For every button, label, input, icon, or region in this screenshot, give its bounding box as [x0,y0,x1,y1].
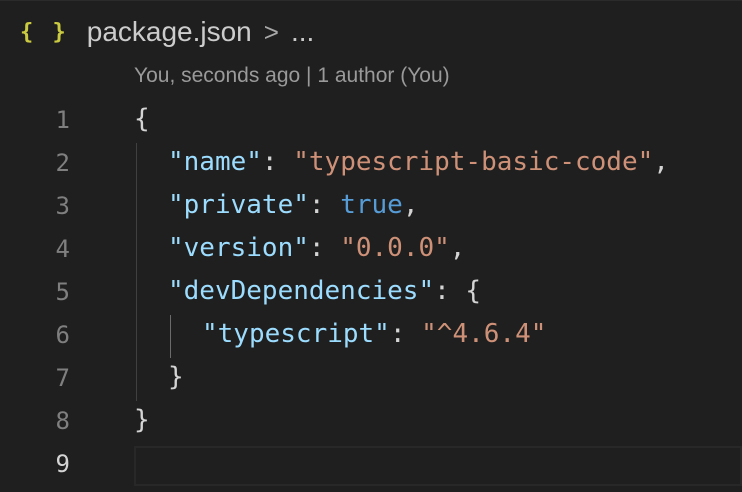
line-number-9: 9 [55,450,70,478]
line-number-8: 8 [55,407,70,435]
json-string-value: "^4.6.4" [421,319,547,349]
colon: : [308,233,341,263]
breadcrumb: { } package.json > ... [20,12,314,52]
comma: , [449,233,466,263]
editor[interactable]: { } package.json > ... You, seconds ago … [0,0,742,492]
code-line-6[interactable]: "typescript": "^4.6.4" [202,319,546,349]
chevron-right-icon: > [263,16,279,47]
open-brace: { [465,276,482,306]
breadcrumb-more[interactable]: ... [291,16,314,48]
code-line-2[interactable]: "name": "typescript-basic-code", [168,147,669,177]
json-file-icon: { } [20,19,69,45]
indent-guide-outer [136,143,137,401]
colon: : [261,147,294,177]
close-brace: } [168,362,184,392]
code-line-3[interactable]: "private": true, [168,190,418,220]
code-line-5[interactable]: "devDependencies": { [168,276,481,306]
json-string-value: "0.0.0" [340,233,450,263]
close-brace: } [134,405,150,435]
json-key: "private" [168,190,309,220]
indent-guide-inner [170,315,171,358]
top-border [0,0,742,1]
line-number-1: 1 [55,106,70,134]
git-blame-codelens[interactable]: You, seconds ago | 1 author (You) [134,64,450,88]
json-key: "typescript" [202,319,390,349]
colon: : [434,276,466,306]
code-line-1[interactable]: { [134,104,150,134]
colon: : [389,319,422,349]
line-number-7: 7 [55,364,70,392]
breadcrumb-file[interactable]: package.json [87,16,252,48]
json-key: "name" [168,147,262,177]
code-line-8[interactable]: } [134,405,150,435]
json-boolean-value: true [340,190,403,220]
json-key: "devDependencies" [168,276,435,306]
json-string-value: "typescript-basic-code" [293,147,654,177]
colon: : [308,190,341,220]
code-line-4[interactable]: "version": "0.0.0", [168,233,465,263]
current-line-highlight [134,446,742,486]
code-line-7[interactable]: } [168,362,184,392]
comma: , [402,190,419,220]
line-number-5: 5 [55,278,70,306]
line-number-2: 2 [55,149,70,177]
line-number-4: 4 [55,235,70,263]
line-number-6: 6 [55,321,70,349]
comma: , [653,147,669,177]
line-number-3: 3 [55,192,70,220]
json-key: "version" [168,233,309,263]
open-brace: { [134,104,150,134]
